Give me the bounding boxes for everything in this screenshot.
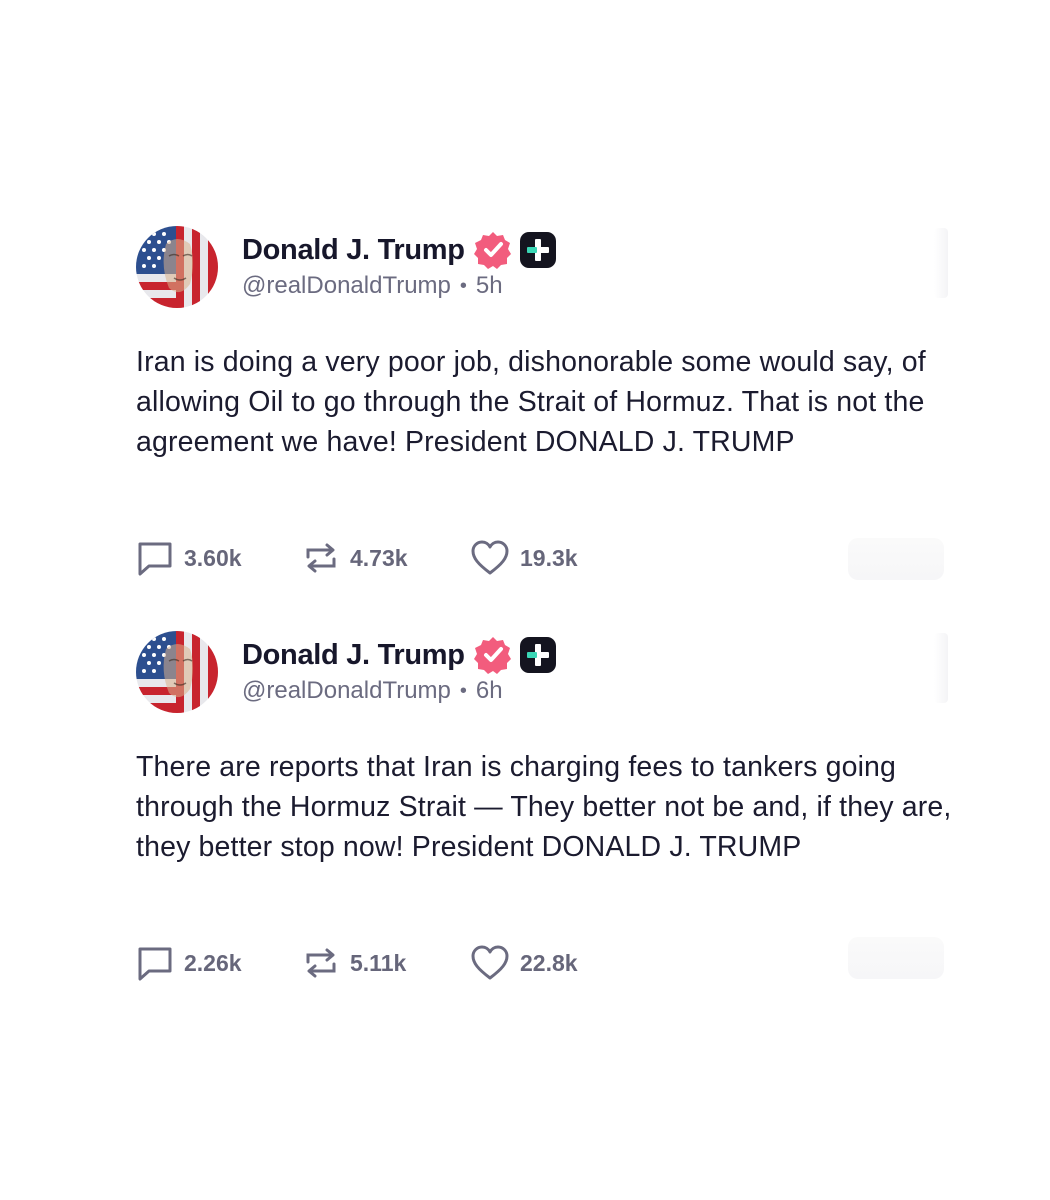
verified-badge-icon <box>473 635 513 675</box>
like-button[interactable]: 19.3k <box>470 539 640 577</box>
post-header: Donald J. Trump @rea <box>136 631 956 715</box>
post-timestamp[interactable]: 5h <box>476 272 503 300</box>
post-card: Donald J. Trump @rea <box>136 226 956 580</box>
author-name[interactable]: Donald J. Trump <box>242 639 465 672</box>
reply-button[interactable]: 2.26k <box>136 944 302 982</box>
meta-row: @realDonaldTrump • 6h <box>242 677 557 705</box>
repost-icon <box>306 948 336 978</box>
reply-count: 3.60k <box>184 544 242 571</box>
reply-button[interactable]: 3.60k <box>136 539 302 577</box>
name-row: Donald J. Trump <box>242 230 557 270</box>
post-card: Donald J. Trump @rea <box>136 631 960 981</box>
reply-icon <box>138 542 172 576</box>
post-timestamp[interactable]: 6h <box>476 677 503 705</box>
repost-count: 4.73k <box>350 544 408 571</box>
reply-count: 2.26k <box>184 949 242 976</box>
post-header: Donald J. Trump @rea <box>136 226 956 310</box>
heart-icon <box>471 945 509 980</box>
author-identity: Donald J. Trump @rea <box>242 230 557 300</box>
post-actions: 2.26k 5.11k 22.8k <box>136 941 640 985</box>
reply-icon <box>138 947 172 981</box>
post-text: There are reports that Iran is charging … <box>136 751 960 863</box>
avatar[interactable] <box>136 631 218 713</box>
separator-dot: • <box>459 679 467 702</box>
repost-button[interactable]: 5.11k <box>302 944 470 982</box>
like-button[interactable]: 22.8k <box>470 944 640 982</box>
heart-icon <box>471 540 509 575</box>
like-count: 22.8k <box>520 949 578 976</box>
like-count: 19.3k <box>520 544 578 571</box>
author-handle[interactable]: @realDonaldTrump <box>242 677 451 705</box>
name-row: Donald J. Trump <box>242 635 557 675</box>
post-menu-button[interactable] <box>934 228 948 298</box>
meta-row: @realDonaldTrump • 5h <box>242 272 557 300</box>
author-handle[interactable]: @realDonaldTrump <box>242 272 451 300</box>
author-identity: Donald J. Trump @rea <box>242 635 557 705</box>
plus-badge-icon <box>519 231 557 269</box>
share-button[interactable] <box>848 937 944 979</box>
post-text: Iran is doing a very poor job, dishonora… <box>136 346 934 458</box>
author-name[interactable]: Donald J. Trump <box>242 234 465 267</box>
avatar[interactable] <box>136 226 218 308</box>
separator-dot: • <box>459 274 467 297</box>
verified-badge-icon <box>473 230 513 270</box>
repost-icon <box>306 543 336 573</box>
repost-button[interactable]: 4.73k <box>302 539 470 577</box>
share-button[interactable] <box>848 538 944 580</box>
post-actions: 3.60k 4.73k 19.3k <box>136 536 640 580</box>
post-menu-button[interactable] <box>934 633 948 703</box>
plus-badge-icon <box>519 636 557 674</box>
repost-count: 5.11k <box>350 949 407 976</box>
